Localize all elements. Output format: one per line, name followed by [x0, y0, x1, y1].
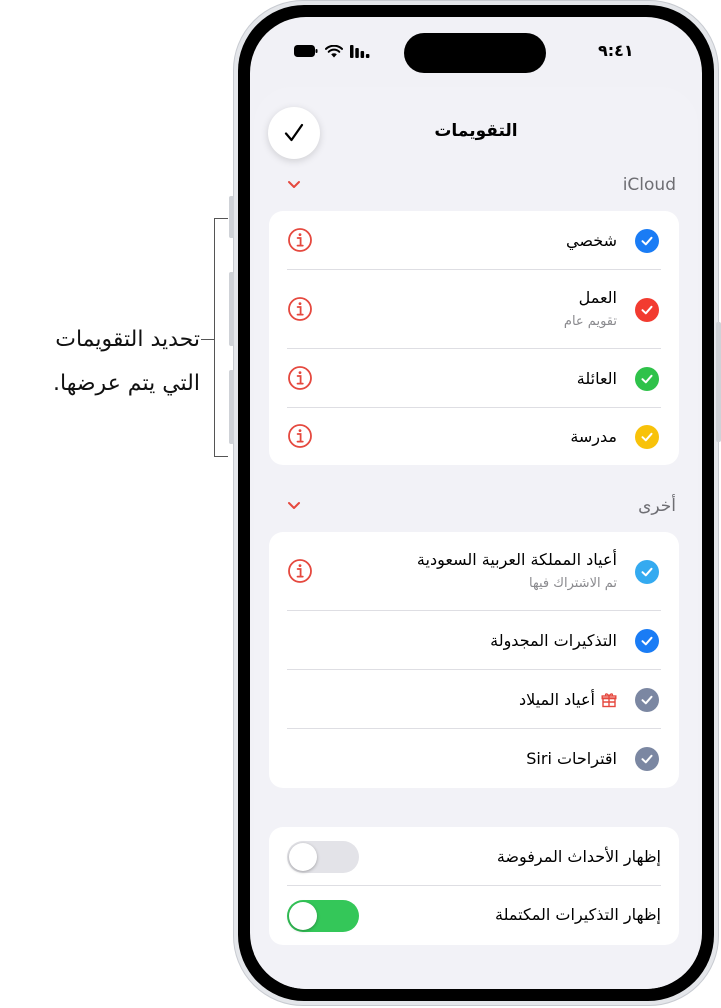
section-header-label: أخرى — [638, 496, 676, 516]
toggle-row-declined-events: إظهار الأحداث المرفوضة — [269, 827, 679, 886]
calendar-row-siri-suggestions[interactable]: اقتراحات Siri — [269, 729, 679, 788]
cellular-signal-icon — [350, 44, 370, 58]
chevron-down-icon[interactable] — [286, 500, 302, 512]
calendar-row-personal[interactable]: شخصي — [269, 211, 679, 270]
action-button — [229, 196, 234, 238]
chevron-down-icon[interactable] — [286, 179, 302, 191]
declined-events-toggle[interactable] — [287, 841, 359, 873]
power-button — [716, 322, 721, 442]
callout-bracket-bottom — [214, 456, 228, 457]
toggle-knob — [289, 843, 317, 871]
section-header-label: iCloud — [622, 175, 676, 195]
callout-leader-line — [201, 339, 215, 340]
gift-icon — [601, 693, 617, 708]
check-icon[interactable] — [635, 229, 659, 253]
calendar-row-family[interactable]: العائلة — [269, 349, 679, 408]
calendar-subtitle: تم الاشتراك فيها — [529, 576, 617, 591]
callout-line-1: تحديد التقويمات — [55, 327, 200, 352]
check-icon[interactable] — [635, 425, 659, 449]
toggle-knob — [289, 902, 317, 930]
status-time: ٩:٤١ — [598, 41, 634, 60]
calendar-title: العائلة — [576, 369, 617, 388]
calendar-list-icloud: شخصي العمل تقويم عام العائلة مدرسة — [269, 211, 679, 465]
info-icon[interactable] — [287, 365, 313, 391]
sheet-title: التقويمات — [434, 121, 518, 141]
calendar-title: أعياد الميلاد — [519, 690, 595, 709]
callout-bracket-top — [214, 218, 228, 219]
section-header-other[interactable]: أخرى — [272, 496, 676, 520]
toggle-label: إظهار الأحداث المرفوضة — [496, 847, 661, 866]
info-icon[interactable] — [287, 423, 313, 449]
calendar-row-scheduled-reminders[interactable]: التذكيرات المجدولة — [269, 611, 679, 670]
calendar-title: أعياد المملكة العربية السعودية — [416, 550, 617, 569]
info-icon[interactable] — [287, 558, 313, 584]
check-icon[interactable] — [635, 367, 659, 391]
calendar-row-birthdays[interactable]: أعياد الميلاد — [269, 670, 679, 729]
calendar-row-work[interactable]: العمل تقويم عام — [269, 270, 679, 349]
volume-down-button — [229, 370, 234, 444]
callout-bracket — [214, 218, 215, 457]
status-icons — [294, 43, 370, 59]
calendar-title: التذكيرات المجدولة — [490, 631, 617, 650]
toggle-label: إظهار التذكيرات المكتملة — [494, 905, 661, 924]
volume-up-button — [229, 272, 234, 346]
wifi-icon — [325, 44, 343, 57]
info-icon[interactable] — [287, 296, 313, 322]
calendar-title: شخصي — [566, 231, 617, 250]
calendar-title: اقتراحات Siri — [526, 749, 617, 768]
toggles-card: إظهار الأحداث المرفوضة إظهار التذكيرات ا… — [269, 827, 679, 945]
check-icon[interactable] — [635, 629, 659, 653]
phone-screen: ٩:٤١ التقويمات iCloud شخصي العمل تقويم ع… — [250, 17, 702, 989]
calendar-title: مدرسة — [570, 427, 617, 446]
calendar-title: العمل — [578, 288, 617, 307]
toggle-row-completed-reminders: إظهار التذكيرات المكتملة — [269, 886, 679, 945]
info-icon[interactable] — [287, 227, 313, 253]
battery-icon — [294, 45, 318, 57]
callout-text: تحديد التقويمات التي يتم عرضها. — [10, 318, 200, 406]
callout-line-2: التي يتم عرضها. — [53, 371, 200, 396]
calendar-subtitle: تقويم عام — [563, 314, 617, 329]
check-icon[interactable] — [635, 688, 659, 712]
calendar-list-other: أعياد المملكة العربية السعودية تم الاشتر… — [269, 532, 679, 788]
check-icon[interactable] — [635, 560, 659, 584]
calendar-row-school[interactable]: مدرسة — [269, 408, 679, 465]
completed-reminders-toggle[interactable] — [287, 900, 359, 932]
calendars-sheet: التقويمات iCloud شخصي العمل تقويم عام ال… — [254, 87, 698, 989]
check-icon[interactable] — [635, 298, 659, 322]
calendar-row-saudi-holidays[interactable]: أعياد المملكة العربية السعودية تم الاشتر… — [269, 532, 679, 611]
section-header-icloud[interactable]: iCloud — [272, 175, 676, 199]
dynamic-island — [404, 33, 546, 73]
check-icon[interactable] — [635, 747, 659, 771]
